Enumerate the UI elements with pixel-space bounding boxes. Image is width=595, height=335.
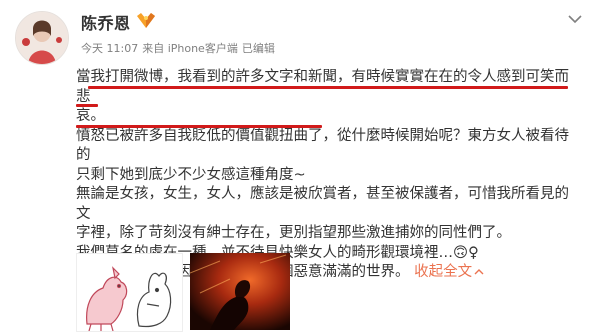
post-time[interactable]: 今天 11:07 — [81, 42, 138, 55]
post-line: 字裡，除了苛刻沒有紳士存在，更別指望那些激進捕妳的同性們了。 — [76, 225, 511, 241]
red-underline-3 — [76, 125, 322, 128]
red-underline-1 — [88, 86, 568, 89]
collapse-text-link[interactable]: 收起全文 — [414, 264, 472, 280]
avatar[interactable] — [15, 11, 69, 65]
red-underline-2 — [76, 104, 98, 107]
post-content: 當我打開微博，我看到的許多文字和新聞，有時候實實在在的令人感到可笑而悲 哀。 憤… — [76, 68, 576, 283]
post-line: 憤怒已被許多自我貶低的價值觀扭曲了，從什麼時候開始呢？東方女人被看待的 — [76, 127, 569, 164]
post-line: 哀。 — [76, 108, 105, 124]
post-line: 無論是女孩，女生，女人，應該是被欣賞者，甚至被保護者，可惜我所看見的文 — [76, 186, 569, 222]
chevron-up-icon[interactable] — [474, 268, 484, 276]
vip-badge-icon — [137, 13, 155, 28]
chevron-down-icon[interactable] — [568, 14, 582, 24]
post-source: 来自 iPhone客户端 — [142, 42, 238, 55]
image-thumbnail-dark[interactable] — [190, 253, 290, 330]
post-line: 只剩下她到底少不少女感這種角度~ — [76, 166, 306, 183]
edited-label[interactable]: 已编辑 — [242, 42, 275, 55]
image-thumbnail-cartoon[interactable] — [76, 253, 183, 332]
username[interactable]: 陈乔恩 — [81, 10, 131, 34]
post-meta: 今天 11:07 来自 iPhone客户端 已编辑 — [81, 40, 279, 56]
